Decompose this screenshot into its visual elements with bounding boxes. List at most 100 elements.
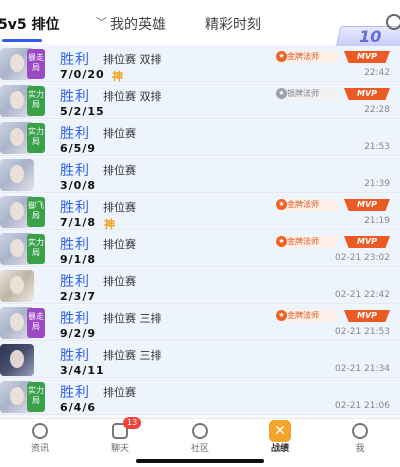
kda-score: 3/4/11 <box>60 364 105 377</box>
match-time: 02-21 23:02 <box>335 253 390 263</box>
medal-label: 金牌法师 <box>287 200 319 209</box>
match-time: 02-21 21:06 <box>335 401 390 411</box>
medal-badge: ★ 金牌法师 <box>276 199 338 211</box>
medal-icon: ★ <box>276 236 287 247</box>
tab-my-heroes[interactable]: 我的英雄 <box>110 14 166 34</box>
top-tab-bar: 5v5 排位 ﹀ 我的英雄 精彩时刻 10 <box>0 0 400 48</box>
mvp-badge: MVP <box>344 236 390 248</box>
match-result: 胜利 <box>60 348 90 364</box>
hero-portrait <box>10 313 24 331</box>
nav-label: 资讯 <box>30 444 49 454</box>
hero-avatar <box>0 270 34 302</box>
nav-item-chat[interactable]: 13 聊天 <box>80 417 160 459</box>
match-type-tag: 实力局 <box>27 234 45 264</box>
medal-icon: ★ <box>276 199 287 210</box>
match-result: 胜利 <box>60 274 90 290</box>
match-mode: 排位赛 <box>103 275 136 288</box>
match-result: 胜利 <box>60 126 90 142</box>
home-indicator <box>136 459 264 463</box>
nav-item-profile[interactable]: 我 <box>320 419 400 459</box>
match-history-screen: 5v5 排位 ﹀ 我的英雄 精彩时刻 10 暴走局 胜利 排位赛 双排 7/0/20 神… <box>0 0 400 467</box>
nav-item-community[interactable]: 社区 <box>160 419 240 459</box>
tab-underline <box>2 39 42 42</box>
hero-avatar <box>0 159 34 191</box>
kda-score: 7/1/8 <box>60 216 96 229</box>
match-row[interactable]: 御飞局 胜利 排位赛 7/1/8 神 ★ 金牌法师 MVP 21:19 <box>0 194 400 231</box>
chevron-down-icon[interactable]: ﹀ <box>96 14 107 30</box>
match-type-tag: 暴走局 <box>27 49 45 79</box>
match-mode: 排位赛 <box>103 127 136 140</box>
medal-icon: ★ <box>276 310 287 321</box>
medal-label: 金牌法师 <box>287 237 319 246</box>
match-type-tag: 实力局 <box>27 382 45 412</box>
match-mode: 排位赛 <box>103 238 136 251</box>
match-result: 胜利 <box>60 237 90 253</box>
match-time: 22:42 <box>364 68 390 78</box>
nav-label: 聊天 <box>110 444 129 454</box>
match-row[interactable]: 暴走局 胜利 排位赛 双排 7/0/20 神 ★ 金牌法师 MVP 22:42 <box>0 46 400 83</box>
settings-icon[interactable] <box>386 14 400 30</box>
god-rating-badge: 神 <box>112 70 123 83</box>
medal-icon: ★ <box>276 51 287 62</box>
medal-badge: ★ 金牌法师 <box>276 51 338 63</box>
mvp-badge: MVP <box>344 310 390 322</box>
nav-item-record[interactable]: ✕ 战绩 <box>240 419 320 459</box>
match-mode: 排位赛 三排 <box>103 312 162 325</box>
match-time: 02-21 21:53 <box>335 327 390 337</box>
kda-score: 2/3/7 <box>60 290 96 303</box>
match-type-tag: 御飞局 <box>27 197 45 227</box>
medal-badge: ★ 银牌法师 <box>276 88 338 100</box>
hero-portrait <box>10 239 24 257</box>
match-type-tag: 实力局 <box>27 123 45 153</box>
match-time: 21:19 <box>364 216 390 226</box>
kda-score: 6/4/6 <box>60 401 96 414</box>
mvp-badge: MVP <box>344 199 390 211</box>
match-mode: 排位赛 <box>103 386 136 399</box>
hero-portrait <box>10 276 24 294</box>
match-result: 胜利 <box>60 52 90 68</box>
tab-5v5-ranked[interactable]: 5v5 排位 <box>0 14 59 34</box>
match-mode: 排位赛 <box>103 201 136 214</box>
match-result: 胜利 <box>60 385 90 401</box>
match-time: 22:28 <box>364 105 390 115</box>
match-row[interactable]: 实力局 胜利 排位赛 双排 5/2/15 ★ 银牌法师 MVP 22:28 <box>0 83 400 119</box>
nav-label: 我 <box>355 444 365 454</box>
medal-label: 金牌法师 <box>287 52 319 61</box>
hero-avatar <box>0 344 34 376</box>
nav-label: 社区 <box>190 444 209 454</box>
hero-portrait <box>10 350 24 368</box>
match-type-tag: 实力局 <box>27 86 45 116</box>
match-row[interactable]: 胜利 排位赛 三排 3/4/11 02-21 21:34 <box>0 342 400 378</box>
medal-badge: ★ 金牌法师 <box>276 236 338 248</box>
match-row[interactable]: 胜利 排位赛 3/0/8 21:39 <box>0 157 400 193</box>
match-row[interactable]: 实力局 胜利 排位赛 9/1/8 ★ 金牌法师 MVP 02-21 23:02 <box>0 231 400 267</box>
match-time: 21:53 <box>364 142 390 152</box>
record-icon: ✕ <box>269 420 291 442</box>
medal-badge: ★ 金牌法师 <box>276 310 338 322</box>
match-type-tag: 暴走局 <box>27 308 45 338</box>
unread-count-badge: 13 <box>123 417 142 429</box>
nav-label: 战绩 <box>270 444 289 454</box>
kda-score: 9/1/8 <box>60 253 96 266</box>
match-result: 胜利 <box>60 311 90 327</box>
match-row[interactable]: 实力局 胜利 排位赛 6/5/9 21:53 <box>0 120 400 156</box>
news-icon <box>32 423 48 439</box>
match-time: 02-21 22:42 <box>335 290 390 300</box>
kda-score: 6/5/9 <box>60 142 96 155</box>
hero-portrait <box>10 202 24 220</box>
hero-portrait <box>10 128 24 146</box>
nav-item-news[interactable]: 资讯 <box>0 419 80 459</box>
kda-score: 5/2/15 <box>60 105 105 118</box>
match-row[interactable]: 实力局 胜利 排位赛 6/4/6 02-21 21:06 <box>0 379 400 415</box>
match-result: 胜利 <box>60 200 90 216</box>
match-row[interactable]: 暴走局 胜利 排位赛 三排 9/2/9 ★ 金牌法师 MVP 02-21 21:53 <box>0 305 400 341</box>
match-mode: 排位赛 双排 <box>103 53 162 66</box>
mvp-badge: MVP <box>344 51 390 63</box>
match-mode: 排位赛 双排 <box>103 90 162 103</box>
match-row[interactable]: 胜利 排位赛 2/3/7 02-21 22:42 <box>0 268 400 304</box>
kda-score: 7/0/20 <box>60 68 105 81</box>
match-time: 02-21 21:34 <box>335 364 390 374</box>
community-icon <box>192 423 208 439</box>
tab-highlights[interactable]: 精彩时刻 <box>205 14 261 34</box>
medal-label: 金牌法师 <box>287 311 319 320</box>
